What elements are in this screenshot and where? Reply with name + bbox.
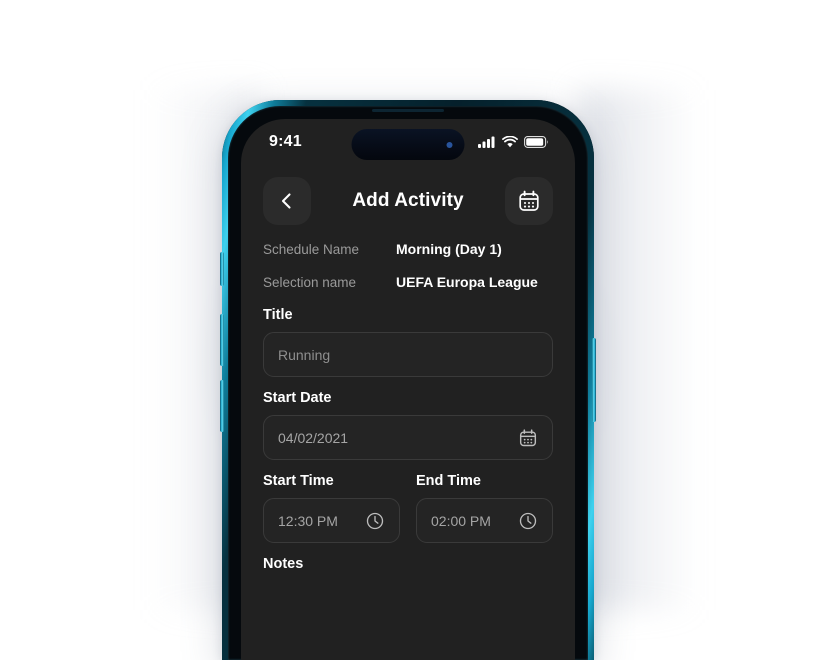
end-time-field-label: End Time: [416, 473, 481, 489]
meta-row-selection-name: Selection name UEFA Europa League: [263, 274, 553, 290]
schedule-name-value: Morning (Day 1): [396, 241, 502, 257]
dynamic-island: [351, 129, 465, 160]
chevron-left-icon: [277, 191, 297, 211]
start-time-field-label: Start Time: [263, 473, 334, 489]
selection-name-label: Selection name: [263, 275, 357, 290]
mute-switch-button[interactable]: [220, 252, 224, 286]
app-bar: Add Activity: [241, 165, 575, 231]
volume-up-button[interactable]: [220, 314, 224, 366]
page-title: Add Activity: [352, 190, 464, 211]
end-time-input[interactable]: 02:00 PM: [416, 498, 553, 543]
start-time-input-value: 12:30 PM: [278, 512, 338, 529]
volume-down-button[interactable]: [220, 380, 224, 432]
calendar-action-button[interactable]: [505, 177, 553, 225]
start-date-input[interactable]: 04/02/2021: [263, 415, 553, 460]
start-date-input-value: 04/02/2021: [278, 429, 349, 446]
status-bar-clock: 9:41: [269, 133, 302, 150]
end-time-input-value: 02:00 PM: [431, 512, 491, 529]
activity-form: Schedule Name Morning (Day 1) Selection …: [241, 231, 575, 572]
calendar-icon[interactable]: [518, 428, 538, 448]
schedule-name-label: Schedule Name: [263, 242, 360, 257]
cellular-signal-icon: [478, 136, 496, 148]
meta-row-schedule-name: Schedule Name Morning (Day 1): [263, 241, 553, 257]
right-shadow: [578, 90, 698, 610]
title-field-label: Title: [263, 307, 293, 323]
status-bar: 9:41: [241, 119, 575, 165]
phone-screen: 9:41 Add Activity Schedule Name Morning …: [241, 119, 575, 660]
power-button[interactable]: [592, 338, 596, 422]
end-time-field: End Time 02:00 PM: [416, 460, 553, 543]
start-time-input[interactable]: 12:30 PM: [263, 498, 400, 543]
calendar-icon: [517, 189, 541, 213]
phone-bezel: 9:41 Add Activity Schedule Name Morning …: [228, 106, 588, 660]
title-input[interactable]: Running: [263, 332, 553, 377]
notes-field-label: Notes: [263, 556, 304, 572]
clock-icon[interactable]: [365, 511, 385, 531]
title-input-value: Running: [278, 346, 331, 363]
clock-icon[interactable]: [518, 511, 538, 531]
start-time-field: Start Time 12:30 PM: [263, 460, 400, 543]
start-date-field-label: Start Date: [263, 390, 332, 406]
time-fields-row: Start Time 12:30 PM End Time 02:00 PM: [263, 460, 553, 543]
phone-device: 9:41 Add Activity Schedule Name Morning …: [220, 100, 596, 660]
front-camera-icon: [441, 136, 458, 153]
earpiece-speaker: [372, 109, 444, 112]
battery-icon: [524, 136, 549, 148]
selection-name-value: UEFA Europa League: [396, 274, 538, 290]
wifi-icon: [502, 136, 518, 148]
back-button[interactable]: [263, 177, 311, 225]
status-bar-icons: [478, 136, 549, 148]
